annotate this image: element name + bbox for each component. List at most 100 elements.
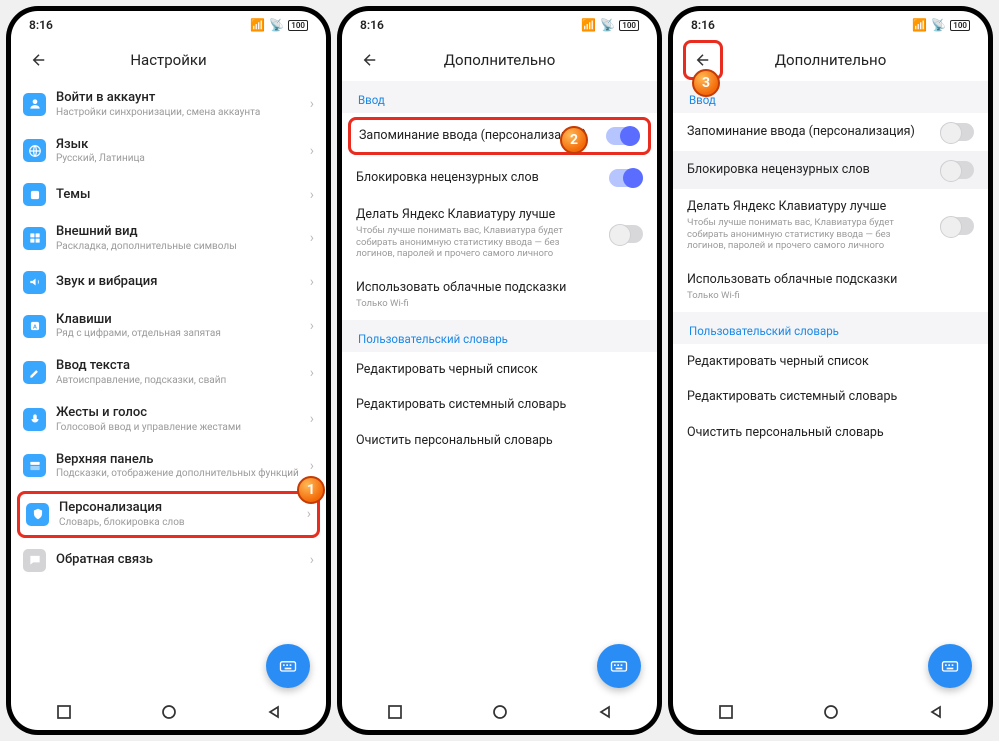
- keyboard-fab[interactable]: [928, 644, 972, 688]
- toggle-switch[interactable]: [940, 217, 974, 235]
- mic-icon: [23, 408, 46, 431]
- signal-icon: 📶: [581, 18, 596, 32]
- chevron-right-icon: ›: [310, 96, 314, 112]
- toggle-block-profanity[interactable]: Блокировка нецензурных слов: [342, 159, 657, 197]
- keyboard-icon: [940, 656, 960, 676]
- toggle-switch[interactable]: [609, 169, 643, 187]
- wifi-icon: 📡: [931, 18, 946, 32]
- item-clear-personal-dict[interactable]: Очистить персональный словарь: [342, 423, 657, 459]
- marker-3: 3: [692, 69, 720, 97]
- settings-item-personalization[interactable]: ПерсонализацияСловарь, блокировка слов ›: [20, 494, 317, 535]
- nav-bar: [11, 694, 326, 730]
- chevron-right-icon: ›: [310, 318, 314, 334]
- item-edit-blacklist[interactable]: Редактировать черный список: [673, 344, 988, 380]
- nav-home[interactable]: [822, 703, 840, 721]
- settings-item-toppanel[interactable]: Верхняя панельПодсказки, отображение доп…: [11, 443, 326, 490]
- item-cloud-suggestions[interactable]: Использовать облачные подсказкиТолько Wi…: [342, 270, 657, 320]
- marker-2: 2: [560, 126, 588, 154]
- nav-recents[interactable]: [717, 703, 735, 721]
- nav-bar: [342, 694, 657, 730]
- item-cloud-suggestions[interactable]: Использовать облачные подсказкиТолько Wi…: [673, 262, 988, 312]
- toggle-switch[interactable]: [940, 123, 974, 141]
- wifi-icon: 📡: [600, 18, 615, 32]
- header: Дополнительно: [342, 39, 657, 81]
- phone-3: 8:16 📶 📡 100 3 Дополнительно Ввод Запоми…: [668, 6, 993, 735]
- highlight-memorize: 2 Запоминание ввода (персонализация): [348, 117, 651, 155]
- settings-item-themes[interactable]: Темы ›: [11, 174, 326, 215]
- item-edit-blacklist[interactable]: Редактировать черный список: [342, 352, 657, 388]
- keyboard-fab[interactable]: [266, 644, 310, 688]
- battery-icon: 100: [619, 20, 639, 31]
- page-title: Дополнительно: [444, 51, 556, 69]
- battery-icon: 100: [288, 20, 308, 31]
- account-icon: [23, 93, 46, 116]
- status-time: 8:16: [29, 18, 53, 32]
- wifi-icon: 📡: [269, 18, 284, 32]
- back-button[interactable]: [21, 42, 57, 78]
- additional-list[interactable]: Ввод Запоминание ввода (персонализация) …: [673, 81, 988, 694]
- settings-item-feedback[interactable]: Обратная связь ›: [11, 540, 326, 581]
- nav-home[interactable]: [491, 703, 509, 721]
- chevron-right-icon: ›: [310, 143, 314, 159]
- arrow-left-icon: [30, 51, 48, 69]
- section-input: Ввод: [673, 81, 988, 113]
- keyboard-icon: [609, 656, 629, 676]
- highlight-back: 3: [683, 40, 723, 80]
- toggle-memorize-input[interactable]: Запоминание ввода (персонализация): [351, 120, 648, 152]
- screen-additional-2: 8:16 📶 📡 100 Дополнительно Ввод 2 Запоми…: [342, 11, 657, 730]
- chevron-right-icon: ›: [310, 187, 314, 203]
- item-edit-system-dict[interactable]: Редактировать системный словарь: [342, 387, 657, 423]
- section-input: Ввод: [342, 81, 657, 113]
- settings-item-sound[interactable]: Звук и вибрация ›: [11, 262, 326, 303]
- screen-settings: 8:16 📶 📡 100 Настройки Войти в аккаунтНа…: [11, 11, 326, 730]
- nav-recents[interactable]: [55, 703, 73, 721]
- toggle-improve-keyboard[interactable]: Делать Яндекс Клавиатуру лучшеЧтобы лучш…: [673, 189, 988, 262]
- signal-icon: 📶: [250, 18, 265, 32]
- page-title: Настройки: [130, 51, 206, 69]
- phone-1: 8:16 📶 📡 100 Настройки Войти в аккаунтНа…: [6, 6, 331, 735]
- toggle-block-profanity[interactable]: Блокировка нецензурных слов: [673, 151, 988, 189]
- toggle-switch[interactable]: [940, 161, 974, 179]
- item-edit-system-dict[interactable]: Редактировать системный словарь: [673, 379, 988, 415]
- back-button[interactable]: [352, 42, 388, 78]
- page-title: Дополнительно: [775, 51, 887, 69]
- status-bar: 8:16 📶 📡 100: [673, 11, 988, 39]
- edit-icon: [23, 361, 46, 384]
- highlight-personalization: 1 ПерсонализацияСловарь, блокировка слов…: [17, 491, 320, 538]
- settings-item-language[interactable]: ЯзыкРусский, Латиница ›: [11, 128, 326, 175]
- battery-icon: 100: [950, 20, 970, 31]
- arrow-left-icon: [361, 51, 379, 69]
- settings-item-textinput[interactable]: Ввод текстаАвтоисправление, подсказки, с…: [11, 349, 326, 396]
- status-bar: 8:16 📶 📡 100: [11, 11, 326, 39]
- header: Настройки: [11, 39, 326, 81]
- toggle-memorize-input[interactable]: Запоминание ввода (персонализация): [673, 113, 988, 151]
- chevron-right-icon: ›: [310, 458, 314, 474]
- marker-1: 1: [297, 476, 325, 504]
- settings-item-gestures[interactable]: Жесты и голосГолосовой ввод и управление…: [11, 396, 326, 443]
- chat-icon: [23, 549, 46, 572]
- settings-list[interactable]: Войти в аккаунтНастройки синхронизации, …: [11, 81, 326, 694]
- toggle-switch[interactable]: [609, 225, 643, 243]
- status-indicators: 📶 📡 100: [250, 18, 308, 32]
- chevron-right-icon: ›: [310, 552, 314, 568]
- item-clear-personal-dict[interactable]: Очистить персональный словарь: [673, 415, 988, 451]
- nav-back[interactable]: [927, 703, 945, 721]
- signal-icon: 📶: [912, 18, 927, 32]
- settings-item-keys[interactable]: A КлавишиРяд с цифрами, отдельная запята…: [11, 303, 326, 350]
- nav-home[interactable]: [160, 703, 178, 721]
- svg-text:A: A: [33, 324, 37, 330]
- nav-recents[interactable]: [386, 703, 404, 721]
- theme-icon: [23, 183, 46, 206]
- chevron-right-icon: ›: [310, 230, 314, 246]
- settings-item-appearance[interactable]: Внешний видРаскладка, дополнительные сим…: [11, 215, 326, 262]
- nav-back[interactable]: [596, 703, 614, 721]
- status-time: 8:16: [360, 18, 384, 32]
- keyboard-fab[interactable]: [597, 644, 641, 688]
- toggle-switch[interactable]: [606, 127, 640, 145]
- settings-item-account[interactable]: Войти в аккаунтНастройки синхронизации, …: [11, 81, 326, 128]
- toggle-improve-keyboard[interactable]: Делать Яндекс Клавиатуру лучшеЧтобы лучш…: [342, 197, 657, 270]
- chevron-right-icon: ›: [310, 365, 314, 381]
- additional-list[interactable]: Ввод 2 Запоминание ввода (персонализация…: [342, 81, 657, 694]
- nav-back[interactable]: [265, 703, 283, 721]
- status-indicators: 📶 📡 100: [581, 18, 639, 32]
